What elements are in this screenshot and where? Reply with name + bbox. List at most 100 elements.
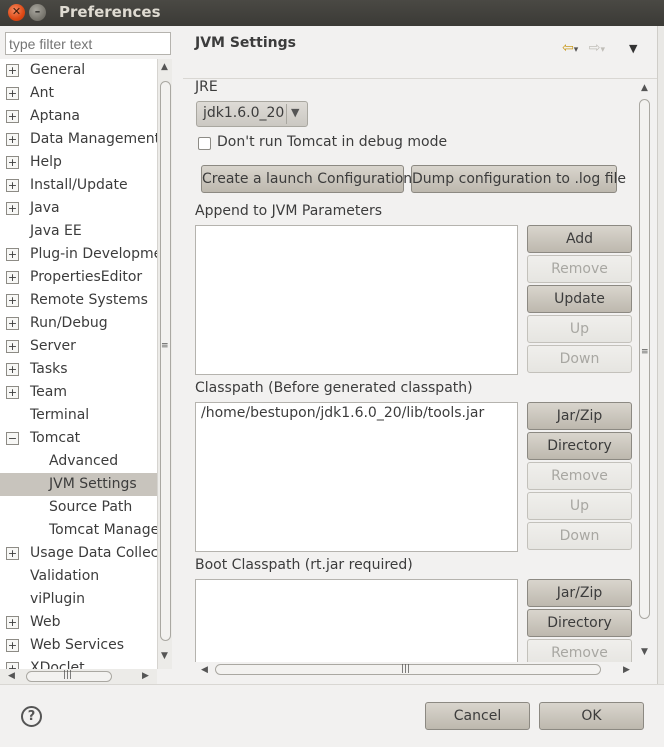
expand-icon[interactable]: + xyxy=(6,616,19,629)
tree-vertical-scroll-thumb[interactable] xyxy=(160,81,171,641)
content-horizontal-scrollbar[interactable]: ◀ ||| ▶ xyxy=(195,662,637,678)
cancel-button[interactable]: Cancel xyxy=(425,702,530,730)
tree-item[interactable]: + Install/Update xyxy=(0,174,157,197)
tree-item[interactable]: Tomcat Manager xyxy=(0,519,157,542)
tree-item[interactable]: − Tomcat xyxy=(0,427,157,450)
scroll-grip-icon: ||| xyxy=(401,664,411,674)
up-jvm-param-button[interactable]: Up xyxy=(527,315,632,343)
tree-item[interactable]: Source Path xyxy=(0,496,157,519)
expand-icon[interactable]: + xyxy=(6,179,19,192)
tree-item-label: PropertiesEditor xyxy=(30,269,143,285)
add-jvm-param-button[interactable]: Add xyxy=(527,225,632,253)
classpath-up-button[interactable]: Up xyxy=(527,492,632,520)
back-dropdown-icon[interactable]: ▾ xyxy=(574,45,579,55)
tree-item[interactable]: + Web xyxy=(0,611,157,634)
scroll-down-icon[interactable]: ▼ xyxy=(161,651,168,661)
scroll-right-icon[interactable]: ▶ xyxy=(142,671,149,681)
scroll-left-icon[interactable]: ◀ xyxy=(8,671,15,681)
down-jvm-param-button[interactable]: Down xyxy=(527,345,632,373)
boot-classpath-directory-button[interactable]: Directory xyxy=(527,609,632,637)
back-arrow-icon[interactable]: ⇦ xyxy=(562,40,574,56)
tree-item[interactable]: + General xyxy=(0,59,157,82)
tree-item[interactable]: JVM Settings xyxy=(0,473,157,496)
minimize-window-button[interactable]: – xyxy=(29,4,46,21)
tree-item[interactable]: + Remote Systems xyxy=(0,289,157,312)
help-icon[interactable]: ? xyxy=(21,706,42,727)
expand-icon[interactable]: + xyxy=(6,248,19,261)
content-vertical-scroll-thumb[interactable] xyxy=(639,99,650,619)
jvm-params-list[interactable] xyxy=(195,225,518,375)
jre-combo[interactable]: jdk1.6.0_20 ▼ xyxy=(196,101,308,127)
dump-config-button[interactable]: Dump configuration to .log file xyxy=(411,165,626,193)
expand-icon[interactable]: + xyxy=(6,64,19,77)
tree-item[interactable]: + Tasks xyxy=(0,358,157,381)
preferences-tree: + General + Ant + Aptana + Data Management + Help… xyxy=(0,59,157,669)
scroll-grip-icon: ≡ xyxy=(641,347,649,357)
remove-jvm-param-button[interactable]: Remove xyxy=(527,255,632,283)
scroll-down-icon[interactable]: ▼ xyxy=(641,647,648,657)
content-vertical-scrollbar[interactable]: ▲ ≡ ▼ xyxy=(637,79,653,662)
tree-item-label: XDoclet xyxy=(30,660,85,669)
tree-item[interactable]: + Plug-in Developme xyxy=(0,243,157,266)
expand-icon[interactable]: + xyxy=(6,294,19,307)
tree-horizontal-scrollbar[interactable]: ◀ ||| ▶ xyxy=(0,669,157,684)
debug-mode-label[interactable]: Don't run Tomcat in debug mode xyxy=(217,134,447,150)
tree-item[interactable]: + Web Services xyxy=(0,634,157,657)
tree-item[interactable]: + PropertiesEditor xyxy=(0,266,157,289)
tree-item[interactable]: + Java xyxy=(0,197,157,220)
debug-mode-checkbox[interactable] xyxy=(198,137,211,150)
update-jvm-param-button[interactable]: Update xyxy=(527,285,632,313)
tree-item[interactable]: + Ant xyxy=(0,82,157,105)
classpath-down-button[interactable]: Down xyxy=(527,522,632,550)
expand-icon[interactable]: + xyxy=(6,662,19,669)
expand-icon[interactable]: + xyxy=(6,156,19,169)
scroll-right-icon[interactable]: ▶ xyxy=(623,665,630,675)
close-window-button[interactable]: ✕ xyxy=(8,4,25,21)
classpath-remove-button[interactable]: Remove xyxy=(527,462,632,490)
tree-item[interactable]: Java EE xyxy=(0,220,157,243)
expand-icon[interactable]: + xyxy=(6,317,19,330)
classpath-jarzip-button[interactable]: Jar/Zip xyxy=(527,402,632,430)
filter-input[interactable] xyxy=(5,32,171,55)
expand-icon[interactable]: + xyxy=(6,133,19,146)
tree-item[interactable]: Terminal xyxy=(0,404,157,427)
expand-icon[interactable]: + xyxy=(6,202,19,215)
expand-icon[interactable]: + xyxy=(6,340,19,353)
expand-icon[interactable]: + xyxy=(6,110,19,123)
tree-item[interactable]: Validation xyxy=(0,565,157,588)
scroll-up-icon[interactable]: ▲ xyxy=(161,62,168,72)
tree-item[interactable]: + Aptana xyxy=(0,105,157,128)
tree-item[interactable]: + Team xyxy=(0,381,157,404)
tree-item[interactable]: + XDoclet xyxy=(0,657,157,669)
boot-classpath-jarzip-button[interactable]: Jar/Zip xyxy=(527,579,632,607)
tree-item[interactable]: viPlugin xyxy=(0,588,157,611)
expand-icon[interactable]: + xyxy=(6,271,19,284)
tree-item[interactable]: + Server xyxy=(0,335,157,358)
tree-item-label: JVM Settings xyxy=(49,476,137,492)
tree-item[interactable]: + Run/Debug xyxy=(0,312,157,335)
ok-button[interactable]: OK xyxy=(539,702,644,730)
scroll-up-icon[interactable]: ▲ xyxy=(641,83,648,93)
expand-icon[interactable]: + xyxy=(6,547,19,560)
tree-item[interactable]: + Help xyxy=(0,151,157,174)
forward-arrow-icon[interactable]: ⇨ xyxy=(589,40,601,56)
tree-item[interactable]: + Usage Data Collect xyxy=(0,542,157,565)
expand-icon[interactable]: + xyxy=(6,87,19,100)
boot-classpath-remove-button[interactable]: Remove xyxy=(527,639,632,662)
create-launch-config-button[interactable]: Create a launch Configuration xyxy=(201,165,412,193)
boot-classpath-list[interactable] xyxy=(195,579,518,662)
expand-icon[interactable]: + xyxy=(6,386,19,399)
view-menu-icon[interactable]: ▼ xyxy=(629,42,637,55)
tree-item[interactable]: Advanced xyxy=(0,450,157,473)
classpath-list[interactable]: /home/bestupon/jdk1.6.0_20/lib/tools.jar xyxy=(195,402,518,552)
tree-vertical-scrollbar[interactable]: ▲ ≡ ▼ xyxy=(157,59,172,669)
chevron-down-icon[interactable]: ▼ xyxy=(291,106,299,119)
collapse-icon[interactable]: − xyxy=(6,432,19,445)
expand-icon[interactable]: + xyxy=(6,363,19,376)
scroll-left-icon[interactable]: ◀ xyxy=(201,665,208,675)
forward-dropdown-icon[interactable]: ▾ xyxy=(600,45,605,55)
list-item[interactable]: /home/bestupon/jdk1.6.0_20/lib/tools.jar xyxy=(201,405,484,421)
tree-item[interactable]: + Data Management xyxy=(0,128,157,151)
classpath-directory-button[interactable]: Directory xyxy=(527,432,632,460)
expand-icon[interactable]: + xyxy=(6,639,19,652)
